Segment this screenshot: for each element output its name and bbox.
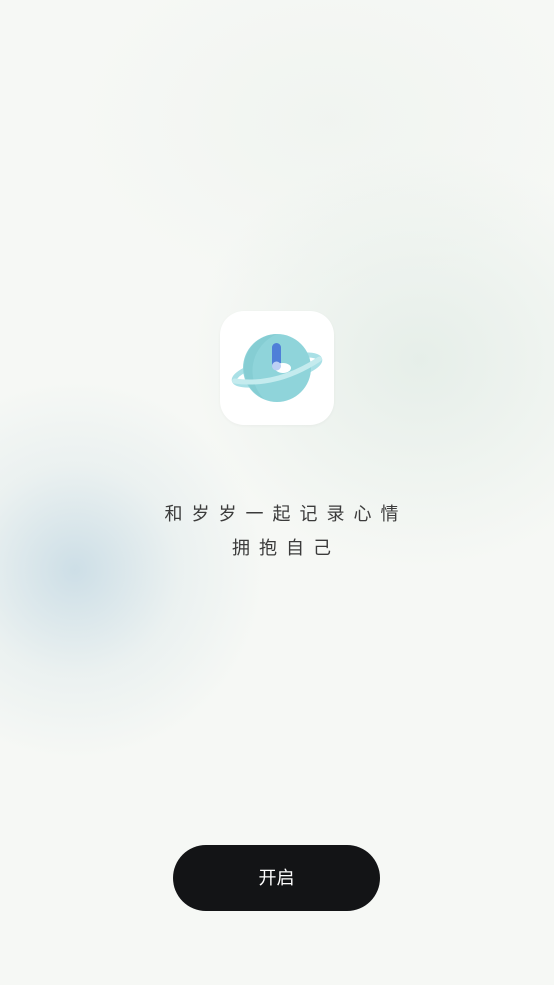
planet-clock-icon — [231, 334, 323, 402]
start-button[interactable]: 开启 — [173, 845, 380, 911]
slogan-line-1: 和岁岁一起记录心情 — [164, 504, 408, 525]
app-icon — [220, 311, 334, 425]
slogan-line-2: 拥抱自己 — [232, 538, 340, 559]
splash-screen: 和岁岁一起记录心情 拥抱自己 开启 — [0, 0, 554, 985]
